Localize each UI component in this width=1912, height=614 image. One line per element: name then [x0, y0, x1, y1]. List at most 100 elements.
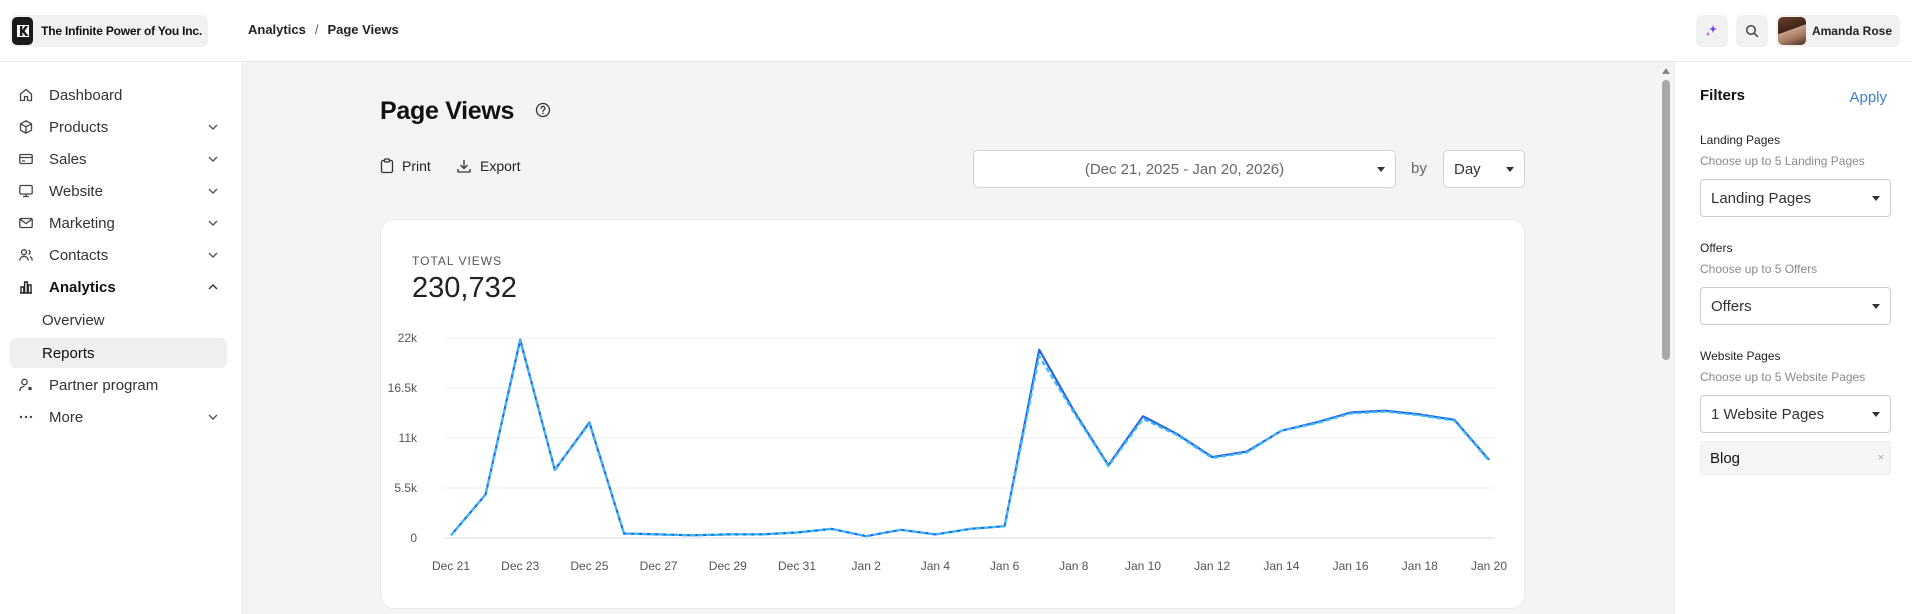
main-scrollbar[interactable] [1658, 62, 1674, 614]
top-actions: Amanda Rose [1695, 15, 1900, 47]
sidebar-item-label: More [49, 408, 84, 426]
caret-down-icon [1872, 196, 1880, 201]
date-range-select[interactable]: (Dec 21, 2025 - Jan 20, 2026) [973, 150, 1396, 188]
download-icon [457, 160, 471, 173]
print-label: Print [402, 158, 431, 174]
sparkle-icon [1705, 25, 1717, 36]
x-tick-label: Jan 14 [1263, 559, 1299, 573]
sidebar-item-sales[interactable]: Sales [10, 144, 227, 174]
sidebar-item-products[interactable]: Products [10, 112, 227, 142]
search-button[interactable] [1735, 15, 1768, 47]
x-tick-label: Jan 16 [1333, 559, 1369, 573]
top-bar: The Infinite Power of You Inc. Analytics… [0, 0, 1912, 62]
export-button[interactable]: Export [456, 158, 520, 174]
x-tick-label: Jan 8 [1059, 559, 1089, 573]
offers-select[interactable]: Offers [1700, 287, 1891, 325]
sidebar-item-label: Products [49, 118, 109, 136]
sidebar-item-marketing[interactable]: Marketing [10, 208, 227, 238]
sidebar-item-analytics[interactable]: Analytics [10, 272, 227, 302]
sidebar-item-label: Dashboard [49, 86, 123, 104]
org-switcher[interactable]: The Infinite Power of You Inc. [10, 15, 208, 47]
mail-icon [18, 215, 34, 231]
dots-icon [18, 409, 34, 425]
sidebar-item-label: Marketing [49, 214, 115, 232]
remove-chip-icon[interactable]: × [1878, 452, 1884, 464]
search-icon [1745, 24, 1759, 38]
website-pages-label: Website Pages [1700, 349, 1781, 363]
print-button[interactable]: Print [380, 158, 431, 174]
x-tick-label: Dec 23 [501, 559, 539, 573]
caret-down-icon [1872, 304, 1880, 309]
x-tick-label: Dec 21 [432, 559, 470, 573]
sidebar-item-website[interactable]: Website [10, 176, 227, 206]
chevron-down-icon [208, 414, 218, 420]
home-icon [18, 87, 34, 103]
sidebar-subitem-reports[interactable]: Reports [10, 338, 227, 368]
sidebar-item-more[interactable]: More [10, 402, 227, 432]
offers-value: Offers [1711, 297, 1752, 315]
export-label: Export [480, 158, 521, 174]
filters-title: Filters [1700, 87, 1746, 104]
total-views-card: TOTAL VIEWS 230,732 0 5.5k 11k 16.5k 22k Dec … [380, 219, 1525, 609]
apply-filters-button[interactable]: Apply [1849, 89, 1887, 106]
x-tick-label: Dec 25 [570, 559, 608, 573]
granularity-select[interactable]: Day [1443, 150, 1525, 188]
sidebar-item-dashboard[interactable]: Dashboard [10, 80, 227, 110]
partner-icon [18, 377, 34, 393]
card-icon [18, 151, 34, 167]
breadcrumb-page-views: Page Views [327, 22, 399, 37]
x-tick-label: Dec 29 [709, 559, 747, 573]
page-title: Page Views [380, 97, 515, 125]
website-pages-select[interactable]: 1 Website Pages [1700, 395, 1891, 433]
page-views-line-chart: 0 5.5k 11k 16.5k 22k Dec 21 Dec 23 Dec 25 Dec 27… [388, 331, 1508, 573]
website-pages-hint: Choose up to 5 Website Pages [1700, 370, 1866, 384]
chevron-down-icon [208, 220, 218, 226]
offers-label: Offers [1700, 241, 1733, 255]
sidebar-item-label: Partner program [49, 376, 159, 394]
y-tick-label: 5.5k [394, 481, 418, 495]
x-tick-label: Dec 31 [778, 559, 816, 573]
org-logo-icon [12, 17, 34, 45]
sidebar-item-partner-program[interactable]: Partner program [10, 370, 227, 400]
x-tick-label: Jan 12 [1194, 559, 1230, 573]
caret-down-icon [1377, 167, 1385, 172]
scroll-thumb[interactable] [1662, 80, 1670, 360]
filters-panel: Filters Apply Landing Pages Choose up to… [1674, 62, 1912, 614]
x-tick-label: Jan 18 [1402, 559, 1438, 573]
x-tick-label: Jan 6 [990, 559, 1020, 573]
clipboard-icon [380, 158, 394, 174]
selected-chip-blog: Blog × [1700, 441, 1891, 475]
avatar [1777, 17, 1806, 45]
date-range-value: (Dec 21, 2025 - Jan 20, 2026) [1084, 160, 1285, 178]
y-tick-label: 11k [399, 431, 418, 445]
help-icon[interactable] [535, 102, 551, 118]
sidebar-item-contacts[interactable]: Contacts [10, 240, 227, 270]
sidebar-item-label: Contacts [49, 246, 109, 264]
x-tick-label: Jan 2 [852, 559, 882, 573]
landing-pages-label: Landing Pages [1700, 133, 1781, 147]
bar-chart-icon [18, 279, 34, 295]
chevron-up-icon [208, 284, 218, 290]
ai-sparkle-button[interactable] [1695, 15, 1728, 47]
sidebar: Dashboard Products Sales Website Marketi… [0, 62, 243, 614]
breadcrumb-analytics[interactable]: Analytics [248, 22, 306, 37]
y-tick-label: 16.5k [388, 381, 418, 395]
caret-down-icon [1506, 167, 1514, 172]
user-menu-button[interactable]: Amanda Rose [1775, 15, 1900, 47]
granularity-value: Day [1454, 160, 1481, 178]
x-tick-label: Dec 27 [640, 559, 678, 573]
scroll-up-arrow-icon[interactable] [1662, 68, 1670, 74]
offers-hint: Choose up to 5 Offers [1700, 262, 1818, 276]
x-tick-label: Jan 10 [1125, 559, 1161, 573]
landing-pages-hint: Choose up to 5 Landing Pages [1700, 154, 1865, 168]
users-icon [18, 247, 34, 263]
user-name: Amanda Rose [1811, 24, 1892, 38]
chevron-down-icon [208, 252, 218, 258]
x-tick-label: Jan 4 [921, 559, 951, 573]
chevron-down-icon [208, 124, 218, 130]
caret-down-icon [1872, 412, 1880, 417]
landing-pages-select[interactable]: Landing Pages [1700, 179, 1891, 217]
box-icon [18, 119, 34, 135]
y-tick-label: 0 [410, 531, 417, 545]
sidebar-subitem-overview[interactable]: Overview [10, 305, 227, 335]
